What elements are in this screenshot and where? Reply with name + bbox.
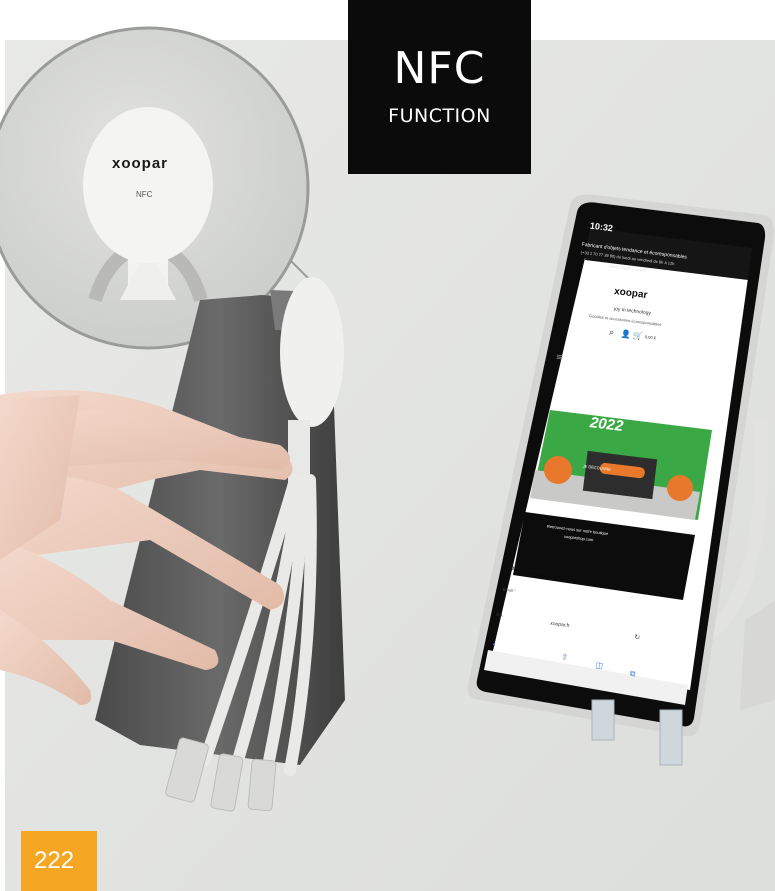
phone-reload-icon[interactable]: ↻ [634, 633, 641, 642]
page-number: 222 [21, 831, 97, 891]
phone-cart-icon[interactable]: 🛒 [632, 331, 643, 341]
phone-header-links[interactable]: Devis rapide Contact [609, 263, 646, 272]
phone-cart-total: 0,00 € [644, 334, 657, 341]
badge-subtitle: FUNCTION [388, 105, 491, 127]
keychain-brand-label: xoopar [112, 155, 169, 172]
phone-menu-icon[interactable]: ≡ [555, 352, 564, 363]
phone-black-box-line3[interactable]: xooparshop.com [564, 534, 594, 543]
phone-search-icon[interactable]: ⌕ [609, 328, 615, 339]
phone-share-icon[interactable]: ⇪ [561, 652, 569, 662]
phone-email-label: Email * [502, 586, 516, 594]
phone-account-icon[interactable]: 👤 [621, 329, 632, 339]
phone-tabs-icon[interactable]: ⧉ [629, 669, 636, 680]
phone-section-title: Je m'identifie [507, 565, 546, 576]
phone-black-box-line2: Retrouvez-nous sur notre boutique [546, 523, 609, 537]
keychain-nfc-mark: NFC [136, 190, 153, 199]
phone-black-box-line1: Vous êtes un particulier ? [558, 508, 616, 522]
badge-title: NFC [393, 43, 486, 94]
phone-aa-button[interactable]: AA [496, 612, 503, 619]
phone-back-icon[interactable]: ‹ [492, 640, 497, 650]
phone-url-field[interactable]: xoopar.fr [550, 621, 570, 629]
phone-brand: xoopar [613, 286, 648, 302]
phone-banner-year: 2022 [589, 414, 625, 436]
phone-bookmarks-icon[interactable]: ◫ [595, 661, 604, 671]
phone-tagline: joy in technology [613, 306, 652, 317]
product-page: xoopar NFC 10:32 Fabricant d'objets tend… [0, 0, 775, 891]
phone-time: 10:32 [589, 220, 614, 234]
nfc-function-badge: NFC FUNCTION [348, 0, 531, 174]
phone-banner-button[interactable]: JE DÉCOUVRE [582, 463, 611, 471]
